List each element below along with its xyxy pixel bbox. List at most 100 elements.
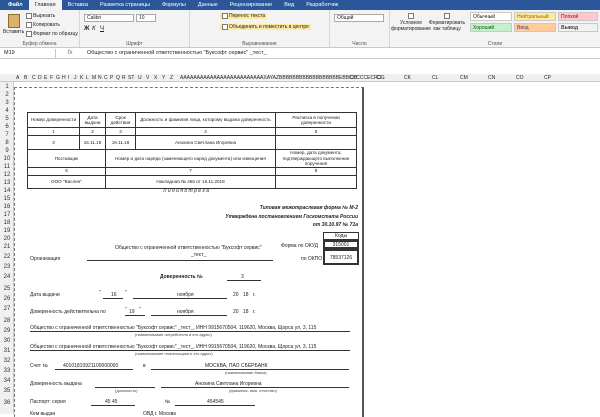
okpo-value[interactable]: 78537126 <box>323 249 359 265</box>
row-header[interactable]: 32 <box>0 358 14 364</box>
row-header[interactable]: 33 <box>0 368 14 374</box>
column-header[interactable]: CL <box>432 74 438 81</box>
column-header[interactable]: Y <box>162 74 165 81</box>
column-header[interactable]: B <box>24 74 27 81</box>
conditional-format-button[interactable]: Условное форматирование <box>391 13 431 32</box>
row-header[interactable]: 24 <box>0 274 14 280</box>
column-header[interactable]: V <box>146 74 149 81</box>
row-header[interactable]: 18 <box>0 220 14 226</box>
row-header[interactable]: 26 <box>0 296 14 302</box>
row-header[interactable]: 21 <box>0 244 14 250</box>
column-header[interactable]: H <box>62 74 66 81</box>
column-header[interactable]: N <box>98 74 102 81</box>
row-header[interactable]: 16 <box>0 204 14 210</box>
tab-data[interactable]: Данные <box>192 0 224 10</box>
column-header[interactable]: I <box>68 74 69 81</box>
row-header[interactable]: 22 <box>0 254 14 260</box>
row-header[interactable]: 34 <box>0 378 14 384</box>
number-format-select[interactable]: Общий <box>334 14 384 22</box>
wrap-text-button[interactable]: Перенос текста <box>220 13 268 19</box>
okud-value[interactable]: 315001 <box>323 240 359 249</box>
column-header[interactable]: CH <box>350 74 357 81</box>
column-header[interactable]: E <box>44 74 47 81</box>
column-header[interactable]: Z <box>170 74 173 81</box>
column-header[interactable]: ST <box>128 74 134 81</box>
row-header[interactable]: 35 <box>0 388 14 394</box>
tab-insert[interactable]: Вставка <box>62 0 94 10</box>
column-header[interactable]: M <box>92 74 96 81</box>
row-header[interactable]: 5 <box>0 116 14 122</box>
formula-input[interactable]: Общество с ограниченной ответственностью… <box>84 50 600 56</box>
style-bad[interactable]: Плохой <box>558 12 598 21</box>
row-header[interactable]: 20 <box>0 236 14 242</box>
column-header[interactable]: J <box>74 74 77 81</box>
name-box[interactable]: M19 <box>0 48 56 58</box>
issue-year[interactable]: 18 <box>243 292 249 298</box>
row-header[interactable]: 4 <box>0 108 14 114</box>
row-header[interactable]: 14 <box>0 188 14 194</box>
row-header[interactable]: 6 <box>0 124 14 130</box>
column-header[interactable]: A <box>16 74 19 81</box>
row-header[interactable]: 11 <box>0 164 14 170</box>
tab-home[interactable]: Главная <box>28 0 62 10</box>
font-size-select[interactable]: 10 <box>136 14 156 22</box>
row-header[interactable]: 2 <box>0 92 14 98</box>
column-header[interactable]: CI <box>376 74 381 81</box>
row-header[interactable]: 31 <box>0 348 14 354</box>
style-output[interactable]: Вывод <box>558 23 598 32</box>
row-header[interactable]: 17 <box>0 212 14 218</box>
column-header[interactable]: G <box>56 74 60 81</box>
row-header[interactable]: 1 <box>0 84 14 90</box>
row-header[interactable]: 27 <box>0 306 14 312</box>
row-header[interactable]: 7 <box>0 132 14 138</box>
row-header[interactable]: 10 <box>0 156 14 162</box>
column-header[interactable]: C <box>104 74 108 81</box>
row-header[interactable]: 15 <box>0 196 14 202</box>
column-header[interactable]: D <box>38 74 42 81</box>
fx-icon[interactable]: fx <box>56 50 84 56</box>
column-header[interactable]: CM <box>460 74 468 81</box>
column-header[interactable]: R <box>122 74 126 81</box>
cut-button[interactable]: Вырезать <box>26 13 55 19</box>
tab-formulas[interactable]: Формулы <box>156 0 192 10</box>
column-header[interactable]: U <box>138 74 142 81</box>
format-painter-button[interactable]: Формат по образцу <box>26 31 78 37</box>
row-header[interactable]: 25 <box>0 286 14 292</box>
row-header[interactable]: 3 <box>0 100 14 106</box>
row-header[interactable]: 13 <box>0 180 14 186</box>
column-header[interactable]: C <box>32 74 36 81</box>
row-header[interactable]: 9 <box>0 148 14 154</box>
row-header[interactable]: 23 <box>0 264 14 270</box>
row-header[interactable]: 8 <box>0 140 14 146</box>
row-header[interactable]: 19 <box>0 228 14 234</box>
row-header[interactable]: 36 <box>0 400 14 406</box>
column-header[interactable]: P <box>110 74 113 81</box>
tab-view[interactable]: Вид <box>278 0 300 10</box>
font-name-select[interactable]: Calibri <box>84 14 134 22</box>
worksheet[interactable]: Номер доверенности Дата выдачи Срок дейс… <box>14 82 600 417</box>
column-header[interactable]: K <box>80 74 83 81</box>
paste-button[interactable]: Вставить <box>3 14 24 35</box>
row-header[interactable]: 12 <box>0 172 14 178</box>
column-header[interactable]: CN <box>488 74 495 81</box>
column-header[interactable]: F <box>50 74 53 81</box>
style-input[interactable]: Ввод <box>514 23 556 32</box>
tab-review[interactable]: Рецензирование <box>224 0 278 10</box>
column-header[interactable]: L <box>86 74 89 81</box>
row-header[interactable]: 28 <box>0 318 14 324</box>
style-neutral[interactable]: Нейтральный <box>514 12 556 21</box>
row-header[interactable]: 29 <box>0 328 14 334</box>
style-good[interactable]: Хороший <box>470 23 512 32</box>
column-header[interactable]: CP <box>544 74 551 81</box>
merge-center-button[interactable]: Объединить и поместить в центре <box>220 24 311 30</box>
copy-button[interactable]: Копировать <box>26 22 60 28</box>
italic-button[interactable]: К <box>92 26 96 32</box>
tab-page-layout[interactable]: Разметка страницы <box>94 0 156 10</box>
valid-year[interactable]: 18 <box>243 309 249 315</box>
row-header[interactable]: 30 <box>0 338 14 344</box>
column-header[interactable]: CO <box>516 74 524 81</box>
format-table-button[interactable]: Форматировать как таблицу <box>429 13 465 32</box>
column-header[interactable]: Q <box>116 74 120 81</box>
underline-button[interactable]: Ч <box>100 26 104 32</box>
tab-developer[interactable]: Разработчик <box>300 0 344 10</box>
